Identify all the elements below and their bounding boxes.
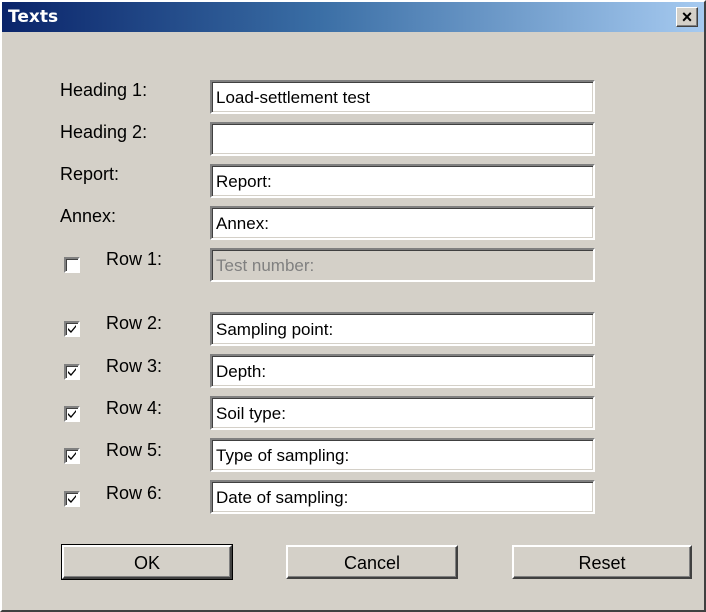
row-6-label: Row 6:	[106, 483, 163, 503]
row-2-input[interactable]: Sampling point:	[210, 312, 595, 346]
heading-1-label: Heading 1:	[60, 80, 148, 100]
heading-2-input[interactable]	[210, 122, 595, 156]
close-button[interactable]: ×	[676, 7, 698, 27]
heading-1-input[interactable]: Load-settlement test	[210, 80, 595, 114]
row-4-checkbox[interactable]	[64, 406, 80, 422]
row-3-label: Row 3:	[106, 356, 163, 376]
close-icon: ×	[681, 7, 693, 27]
checkmark-icon	[68, 452, 76, 460]
row-2-checkbox[interactable]	[64, 321, 80, 337]
row-4-label: Row 4:	[106, 398, 163, 418]
window-title: Texts	[8, 7, 59, 27]
row-5-label: Row 5:	[106, 440, 163, 460]
texts-dialog: Texts × Heading 1: Load-settlement test …	[0, 0, 706, 612]
annex-input[interactable]: Annex:	[210, 206, 595, 240]
checkmark-icon	[68, 410, 76, 418]
annex-label: Annex:	[60, 206, 117, 226]
row-1-input[interactable]: Test number:	[210, 248, 595, 282]
checkmark-icon	[68, 325, 76, 333]
row-1-checkbox[interactable]	[64, 257, 80, 273]
row-5-input[interactable]: Type of sampling:	[210, 438, 595, 472]
report-input[interactable]: Report:	[210, 164, 595, 198]
row-3-input[interactable]: Depth:	[210, 354, 595, 388]
reset-button[interactable]: Reset	[512, 545, 692, 579]
row-3-checkbox[interactable]	[64, 364, 80, 380]
row-5-checkbox[interactable]	[64, 448, 80, 464]
title-bar: Texts ×	[2, 2, 704, 32]
cancel-button[interactable]: Cancel	[286, 545, 458, 579]
row-2-label: Row 2:	[106, 313, 163, 333]
ok-button[interactable]: OK	[61, 544, 233, 580]
report-label: Report:	[60, 164, 120, 184]
checkmark-icon	[68, 495, 76, 503]
row-1-label: Row 1:	[106, 249, 163, 269]
row-6-input[interactable]: Date of sampling:	[210, 480, 595, 514]
row-6-checkbox[interactable]	[64, 491, 80, 507]
checkmark-icon	[68, 368, 76, 376]
heading-2-label: Heading 2:	[60, 122, 148, 142]
row-4-input[interactable]: Soil type:	[210, 396, 595, 430]
